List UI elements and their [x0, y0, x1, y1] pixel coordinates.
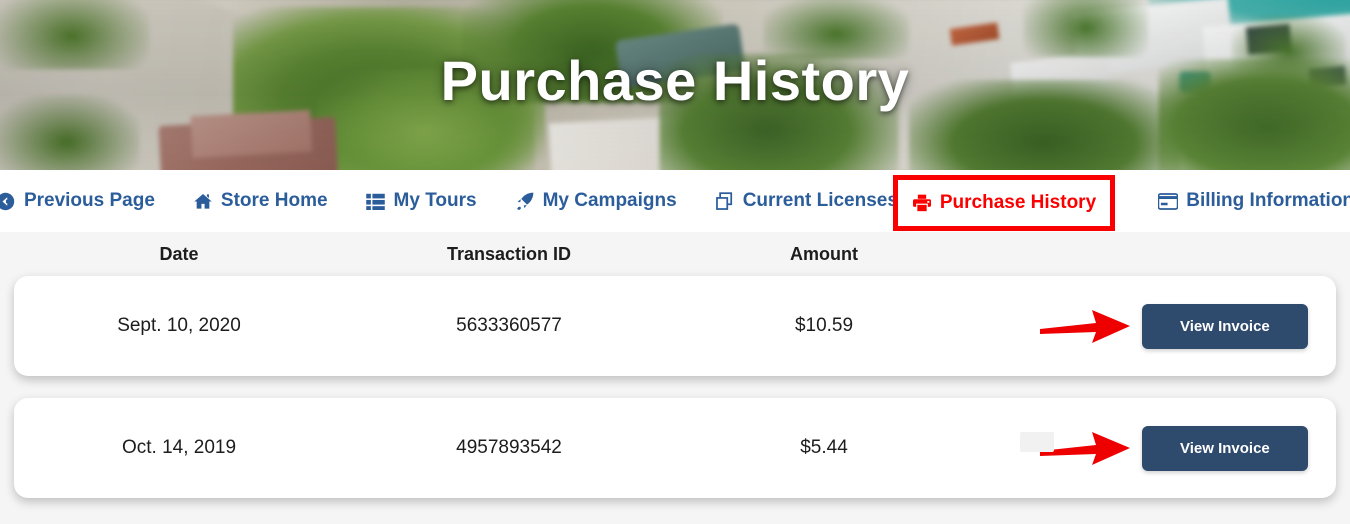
nav-item-store-home[interactable]: Store Home — [174, 190, 347, 212]
hero-banner: Purchase History — [0, 0, 1350, 170]
store-navigation: Previous Page Store Home My Tours My Cam… — [0, 170, 1350, 232]
nav-item-label: My Tours — [393, 190, 477, 211]
home-icon — [193, 191, 213, 211]
nav-item-label: My Campaigns — [542, 190, 677, 211]
print-icon — [912, 193, 932, 213]
nav-item-label: Billing Information — [1186, 190, 1350, 211]
column-header-amount: Amount — [790, 243, 858, 264]
nav-item-label: Current Licenses — [742, 190, 898, 211]
credit-card-icon — [1158, 191, 1179, 211]
view-invoice-button[interactable]: View Invoice — [1142, 303, 1308, 349]
cell-amount: $5.44 — [800, 437, 848, 458]
nav-item-label: Store Home — [220, 190, 328, 211]
cell-date: Oct. 14, 2019 — [121, 437, 237, 458]
nav-item-my-campaigns[interactable]: My Campaigns — [496, 190, 696, 212]
cell-date: Sept. 10, 2020 — [117, 315, 241, 336]
render-artifact — [1020, 432, 1054, 452]
purchase-history-highlight-box: Purchase History — [893, 175, 1115, 231]
arrow-circle-left-icon — [0, 191, 16, 211]
nav-item-label: Purchase History — [939, 192, 1097, 213]
nav-item-current-licenses[interactable]: Current Licenses — [696, 190, 917, 212]
cell-actions: View Invoice — [974, 303, 1336, 349]
table-row: Sept. 10, 2020 5633360577 $10.59 View In… — [14, 276, 1336, 376]
copy-icon — [715, 191, 735, 211]
nav-item-purchase-history[interactable]: Purchase History — [912, 192, 1096, 214]
nav-item-previous-page[interactable]: Previous Page — [0, 190, 174, 212]
red-arrow-annotation — [1040, 310, 1130, 343]
list-icon — [366, 191, 386, 211]
rocket-icon — [515, 191, 535, 211]
purchase-history-page: Purchase History Previous Page Store Hom… — [0, 0, 1350, 524]
cell-amount: $10.59 — [794, 315, 854, 336]
nav-item-label: Previous Page — [23, 190, 155, 211]
column-header-date: Date — [159, 243, 199, 264]
nav-item-billing-information[interactable]: Billing Information — [1139, 190, 1350, 212]
cell-transaction-id: 4957893542 — [456, 437, 562, 458]
table-row: Oct. 14, 2019 4957893542 $5.44 View Invo… — [14, 398, 1336, 498]
table-header-row: Date Transaction ID Amount — [14, 232, 1336, 276]
nav-item-my-tours[interactable]: My Tours — [347, 190, 496, 212]
column-header-transaction-id: Transaction ID — [446, 243, 572, 264]
purchase-history-table: Date Transaction ID Amount Sept. 10, 202… — [0, 232, 1350, 498]
view-invoice-button[interactable]: View Invoice — [1142, 425, 1308, 471]
page-title: Purchase History — [440, 49, 910, 112]
cell-transaction-id: 5633360577 — [456, 315, 562, 336]
